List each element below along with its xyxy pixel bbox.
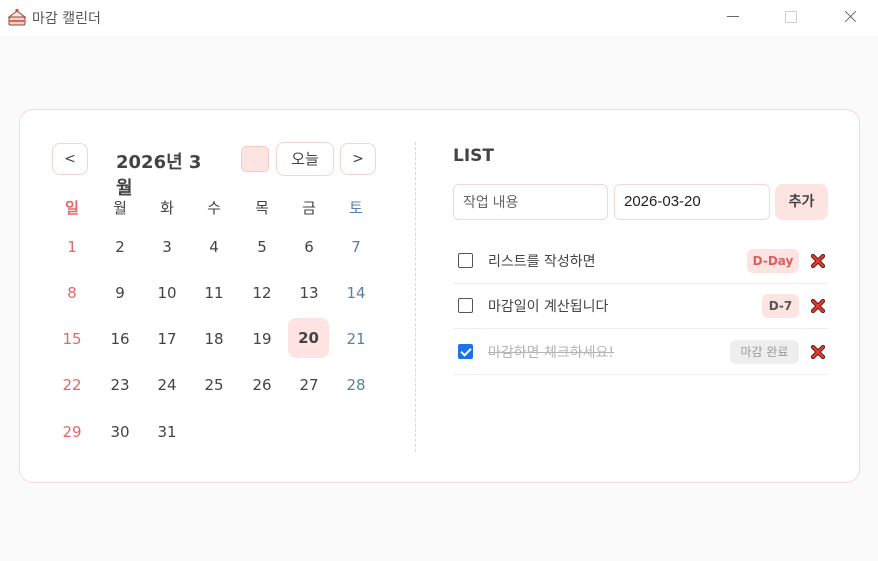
day-cell[interactable]: 10 bbox=[147, 283, 187, 303]
list-title: LIST bbox=[453, 146, 494, 166]
day-cell[interactable]: 4 bbox=[194, 237, 234, 257]
day-cell[interactable]: 27 bbox=[289, 375, 329, 395]
task-row: 마감일이 계산됩니다 D-7 bbox=[453, 283, 828, 329]
task-checkbox[interactable] bbox=[458, 253, 473, 268]
day-cell[interactable]: 14 bbox=[336, 283, 376, 303]
day-cell[interactable]: 24 bbox=[147, 375, 187, 395]
day-cell[interactable]: 30 bbox=[100, 422, 140, 442]
day-cell[interactable]: 26 bbox=[242, 375, 282, 395]
deadline-badge: 마감 완료 bbox=[730, 340, 799, 364]
day-cell[interactable]: 5 bbox=[242, 237, 282, 257]
weekday-fri: 금 bbox=[302, 199, 316, 217]
day-cell[interactable]: 1 bbox=[52, 237, 92, 257]
weekday-thu: 목 bbox=[255, 199, 269, 217]
month-title: 2026년 3월 bbox=[116, 152, 202, 199]
task-checkbox[interactable] bbox=[458, 298, 473, 313]
day-cell[interactable]: 17 bbox=[147, 329, 187, 349]
main-card: < 2026년 3월 오늘 > 일 월 화 수 목 금 토 1 2 3 4 5 … bbox=[19, 109, 860, 483]
title-bar: 마감 캘린더 bbox=[0, 0, 878, 36]
highlight-swatch bbox=[241, 146, 269, 172]
panel-divider bbox=[415, 142, 416, 452]
day-cell[interactable]: 13 bbox=[289, 283, 329, 303]
day-cell[interactable]: 2 bbox=[100, 237, 140, 257]
task-text: 리스트를 작성하면 bbox=[488, 254, 596, 270]
delete-x-icon[interactable] bbox=[811, 345, 825, 359]
day-cell-selected[interactable]: 20 bbox=[288, 318, 329, 358]
day-cell[interactable]: 6 bbox=[289, 237, 329, 257]
add-button[interactable]: 추가 bbox=[775, 184, 828, 220]
task-row: 마감하면 체크하세요! 마감 완료 bbox=[453, 329, 828, 375]
weekday-mon: 월 bbox=[113, 199, 127, 217]
maximize-icon[interactable] bbox=[768, 0, 814, 34]
task-input[interactable] bbox=[453, 184, 608, 220]
window-title: 마감 캘린더 bbox=[32, 11, 101, 27]
day-cell[interactable]: 29 bbox=[52, 422, 92, 442]
day-cell[interactable]: 31 bbox=[147, 422, 187, 442]
day-cell[interactable]: 3 bbox=[147, 237, 187, 257]
day-cell[interactable]: 15 bbox=[52, 329, 92, 349]
minimize-icon[interactable] bbox=[710, 0, 756, 34]
weekday-wed: 수 bbox=[207, 199, 221, 217]
weekday-sun: 일 bbox=[65, 199, 79, 217]
cake-icon bbox=[7, 8, 27, 26]
task-checkbox-checked[interactable] bbox=[458, 344, 473, 359]
next-month-button[interactable]: > bbox=[340, 143, 376, 175]
day-cell[interactable]: 19 bbox=[242, 329, 282, 349]
day-cell[interactable]: 12 bbox=[242, 283, 282, 303]
day-cell[interactable]: 23 bbox=[100, 375, 140, 395]
day-cell[interactable]: 11 bbox=[194, 283, 234, 303]
day-cell[interactable]: 18 bbox=[194, 329, 234, 349]
day-cell[interactable]: 7 bbox=[336, 237, 376, 257]
date-input[interactable]: 2026-03-20 bbox=[614, 184, 770, 220]
task-text: 마감일이 계산됩니다 bbox=[488, 299, 609, 315]
today-button[interactable]: 오늘 bbox=[276, 142, 334, 176]
prev-month-button[interactable]: < bbox=[52, 143, 88, 175]
day-cell[interactable]: 8 bbox=[52, 283, 92, 303]
deadline-badge: D-7 bbox=[762, 294, 799, 318]
task-row: 리스트를 작성하면 D-Day bbox=[453, 238, 828, 284]
day-cell[interactable]: 22 bbox=[52, 375, 92, 395]
day-cell[interactable]: 9 bbox=[100, 283, 140, 303]
day-cell[interactable]: 25 bbox=[194, 375, 234, 395]
delete-x-icon[interactable] bbox=[811, 254, 825, 268]
day-cell[interactable]: 28 bbox=[336, 375, 376, 395]
day-cell[interactable]: 16 bbox=[100, 329, 140, 349]
task-text: 마감하면 체크하세요! bbox=[488, 345, 614, 361]
day-cell[interactable]: 21 bbox=[336, 329, 376, 349]
deadline-badge: D-Day bbox=[747, 249, 799, 273]
weekday-sat: 토 bbox=[349, 199, 363, 217]
delete-x-icon[interactable] bbox=[811, 299, 825, 313]
close-icon[interactable] bbox=[827, 0, 873, 34]
weekday-tue: 화 bbox=[160, 199, 174, 217]
